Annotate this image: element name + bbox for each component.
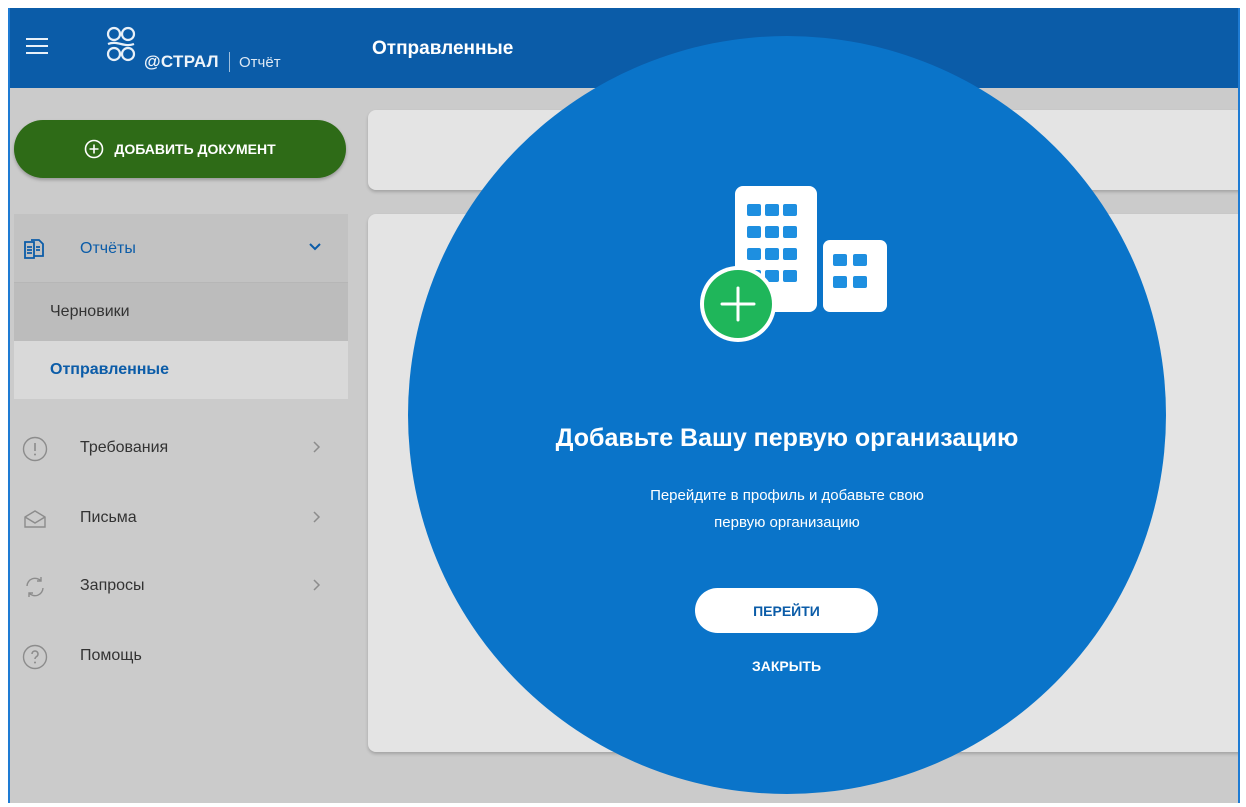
question-circle-icon: [22, 644, 48, 670]
onboarding-text-line: первую организацию: [714, 514, 860, 531]
sidebar-item-help[interactable]: Помощь: [14, 636, 348, 676]
onboarding-spotlight: [408, 36, 1166, 794]
sidebar-item-letters[interactable]: Письма: [14, 498, 348, 538]
hamburger-icon[interactable]: [26, 38, 48, 56]
chevron-right-icon: [313, 511, 321, 523]
refresh-icon: [26, 577, 44, 597]
sidebar-item-label: Письма: [80, 509, 137, 526]
documents-icon: [24, 239, 44, 259]
sidebar-item-queries[interactable]: Запросы: [14, 566, 348, 606]
chevron-right-icon: [313, 579, 321, 591]
envelope-icon: [24, 510, 46, 528]
onboarding-title: Добавьте Вашу первую организацию: [555, 424, 1019, 452]
app-window: @СТРАЛ Отчёт Отправленные ДОБАВИТЬ ДОКУМ…: [8, 8, 1240, 803]
brand-word: @СТРАЛ: [144, 52, 219, 71]
sidebar-item-reports[interactable]: Отчёты: [14, 214, 348, 283]
sidebar-item-label: Отчёты: [80, 240, 136, 257]
reports-group: Отчёты Черновики Отправленные: [14, 214, 348, 399]
plus-circle-icon: [85, 139, 104, 159]
astral-logo-mark-icon: [106, 26, 136, 62]
brand-divider: [229, 52, 230, 72]
exclamation-circle-icon: [22, 436, 48, 462]
onboarding-text-line: Перейдите в профиль и добавьте свою: [650, 487, 924, 504]
brand-product: Отчёт: [239, 54, 281, 71]
go-to-profile-button[interactable]: ПЕРЕЙТИ: [695, 588, 878, 633]
close-onboarding-button[interactable]: ЗАКРЫТЬ: [695, 658, 878, 674]
sidebar-item-requirements[interactable]: Требования: [14, 428, 348, 468]
chevron-right-icon: [313, 441, 321, 453]
sidebar-item-label: Запросы: [80, 577, 145, 594]
chevron-down-icon: [309, 243, 321, 251]
add-document-label: ДОБАВИТЬ ДОКУМЕНТ: [114, 141, 276, 157]
sidebar-item-label: Помощь: [80, 647, 142, 664]
sidebar-item-sent[interactable]: Отправленные: [14, 341, 348, 399]
sidebar-item-drafts[interactable]: Черновики: [14, 283, 348, 341]
page-title: Отправленные: [372, 38, 514, 59]
add-document-button[interactable]: ДОБАВИТЬ ДОКУМЕНТ: [14, 120, 346, 178]
onboarding-text: Перейдите в профиль и добавьте свою перв…: [608, 482, 966, 536]
organization-building-icon: [700, 186, 887, 342]
sidebar-item-label: Требования: [80, 439, 169, 456]
astral-logo: @СТРАЛ Отчёт: [104, 24, 324, 74]
